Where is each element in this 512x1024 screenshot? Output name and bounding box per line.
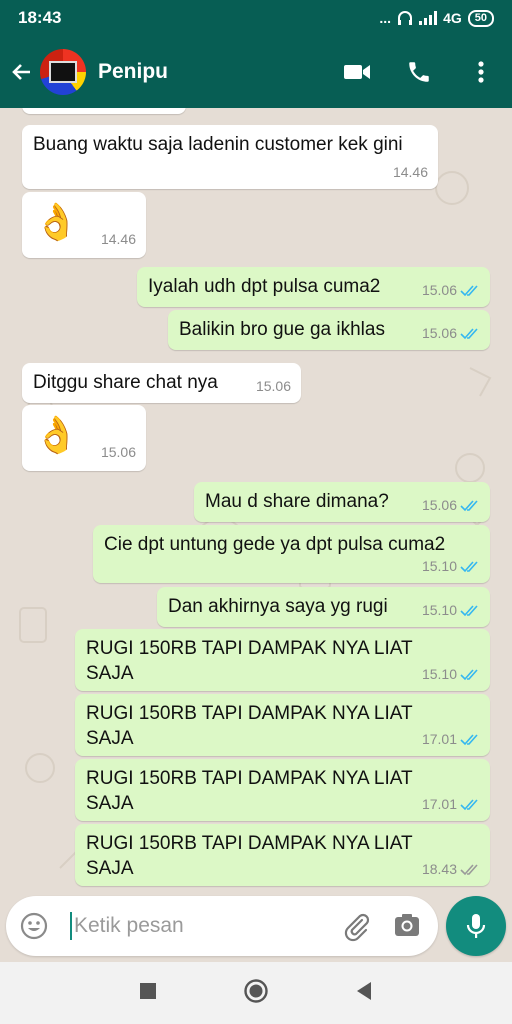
voice-record-button[interactable] — [446, 896, 506, 956]
camera-icon — [395, 914, 419, 936]
message-bubble[interactable]: Iyalah udh dpt pulsa cuma2 15.06 — [137, 267, 490, 307]
message-text: RUGI 150RB TAPI DAMPAK NYA LIAT SAJA — [86, 638, 413, 684]
message-time: 17.01 — [422, 792, 480, 817]
signal-icon — [419, 11, 438, 25]
read-ticks-icon — [460, 668, 478, 680]
contact-name[interactable]: Penipu — [98, 60, 326, 84]
emoji-message: 👌 — [34, 414, 79, 455]
network-type: 4G — [443, 10, 462, 26]
read-ticks-icon — [460, 798, 478, 810]
message-time: 14.46 — [100, 231, 136, 247]
attach-icon — [344, 913, 370, 942]
nav-recents-icon — [140, 982, 156, 999]
message-bubble[interactable]: RUGI 150RB TAPI DAMPAK NYA LIAT SAJA 17.… — [75, 694, 490, 756]
message-time: 15.06 — [422, 493, 480, 518]
nav-back-button[interactable] — [355, 981, 373, 1006]
cutoff-incoming-bubble — [22, 108, 186, 114]
message-time: 15.10 — [422, 662, 480, 687]
status-bar: 18:43 ... 4G 50 — [0, 0, 512, 36]
message-bubble[interactable]: Balikin bro gue ga ikhlas 15.06 — [168, 310, 490, 350]
read-ticks-icon — [460, 284, 478, 296]
back-button[interactable] — [4, 36, 40, 108]
status-indicators: ... 4G 50 — [379, 9, 494, 27]
message-time: 15.10 — [422, 598, 480, 623]
nav-home-button[interactable] — [243, 978, 269, 1009]
message-bubble[interactable]: 👌 15.06 — [22, 405, 146, 471]
read-ticks-icon — [460, 604, 478, 616]
message-bubble[interactable]: Ditggu share chat nya 15.06 — [22, 363, 301, 403]
read-ticks-icon — [460, 733, 478, 745]
message-time: 17.01 — [422, 727, 480, 752]
text-cursor — [70, 912, 72, 940]
status-dots: ... — [379, 10, 392, 26]
message-bubble[interactable]: Buang waktu saja ladenin customer kek gi… — [22, 125, 438, 189]
more-options-button[interactable] — [450, 36, 512, 108]
message-time: 15.06 — [422, 278, 480, 303]
nav-recents-button[interactable] — [139, 982, 157, 1005]
video-call-icon — [344, 65, 370, 79]
message-text: Ditggu share chat nya — [33, 372, 218, 393]
emoji-icon — [20, 912, 48, 940]
read-ticks-icon — [460, 499, 478, 511]
message-time: 15.06 — [255, 378, 291, 394]
nav-back-icon — [357, 981, 371, 1000]
message-bubble[interactable]: RUGI 150RB TAPI DAMPAK NYA LIAT SAJA 18.… — [75, 824, 490, 886]
emoji-message: 👌 — [34, 201, 79, 242]
video-call-button[interactable] — [326, 36, 388, 108]
message-text: RUGI 150RB TAPI DAMPAK NYA LIAT SAJA — [86, 703, 413, 749]
message-bubble[interactable]: Dan akhirnya saya yg rugi 15.10 — [157, 587, 490, 627]
more-options-icon — [478, 61, 484, 83]
message-bubble[interactable]: RUGI 150RB TAPI DAMPAK NYA LIAT SAJA 17.… — [75, 759, 490, 821]
message-text: RUGI 150RB TAPI DAMPAK NYA LIAT SAJA — [86, 833, 413, 879]
message-time: 15.10 — [422, 554, 480, 579]
camera-button[interactable] — [392, 910, 422, 945]
back-arrow-icon — [12, 64, 30, 80]
contact-avatar[interactable] — [40, 49, 86, 95]
message-composer[interactable]: Ketik pesan — [6, 896, 438, 956]
message-bubble[interactable]: 👌 14.46 — [22, 192, 146, 258]
voice-call-icon — [409, 62, 429, 82]
mic-icon — [466, 914, 486, 938]
message-time: 14.46 — [392, 164, 428, 180]
emoji-button[interactable] — [20, 912, 48, 945]
delivered-ticks-icon — [460, 863, 478, 875]
nav-home-icon — [244, 978, 268, 1003]
read-ticks-icon — [460, 327, 478, 339]
message-text: Buang waktu saja ladenin customer kek gi… — [33, 134, 403, 155]
message-bubble[interactable]: RUGI 150RB TAPI DAMPAK NYA LIAT SAJA 15.… — [75, 629, 490, 691]
attach-button[interactable] — [340, 910, 372, 947]
message-input[interactable]: Ketik pesan — [74, 914, 184, 938]
headset-icon — [398, 11, 413, 25]
message-bubble[interactable]: Cie dpt untung gede ya dpt pulsa cuma2 1… — [93, 525, 490, 583]
chat-header: Penipu — [0, 36, 512, 108]
chat-area[interactable]: Buang waktu saja ladenin customer kek gi… — [0, 108, 512, 962]
read-ticks-icon — [460, 560, 478, 572]
battery-indicator: 50 — [467, 9, 494, 27]
message-time: 15.06 — [100, 444, 136, 460]
system-nav-bar — [0, 962, 512, 1024]
message-bubble[interactable]: Mau d share dimana? 15.06 — [194, 482, 490, 522]
message-text: RUGI 150RB TAPI DAMPAK NYA LIAT SAJA — [86, 768, 413, 814]
status-time: 18:43 — [18, 8, 62, 27]
message-time: 18.43 — [422, 857, 480, 882]
voice-call-button[interactable] — [388, 36, 450, 108]
message-time: 15.06 — [422, 321, 480, 346]
